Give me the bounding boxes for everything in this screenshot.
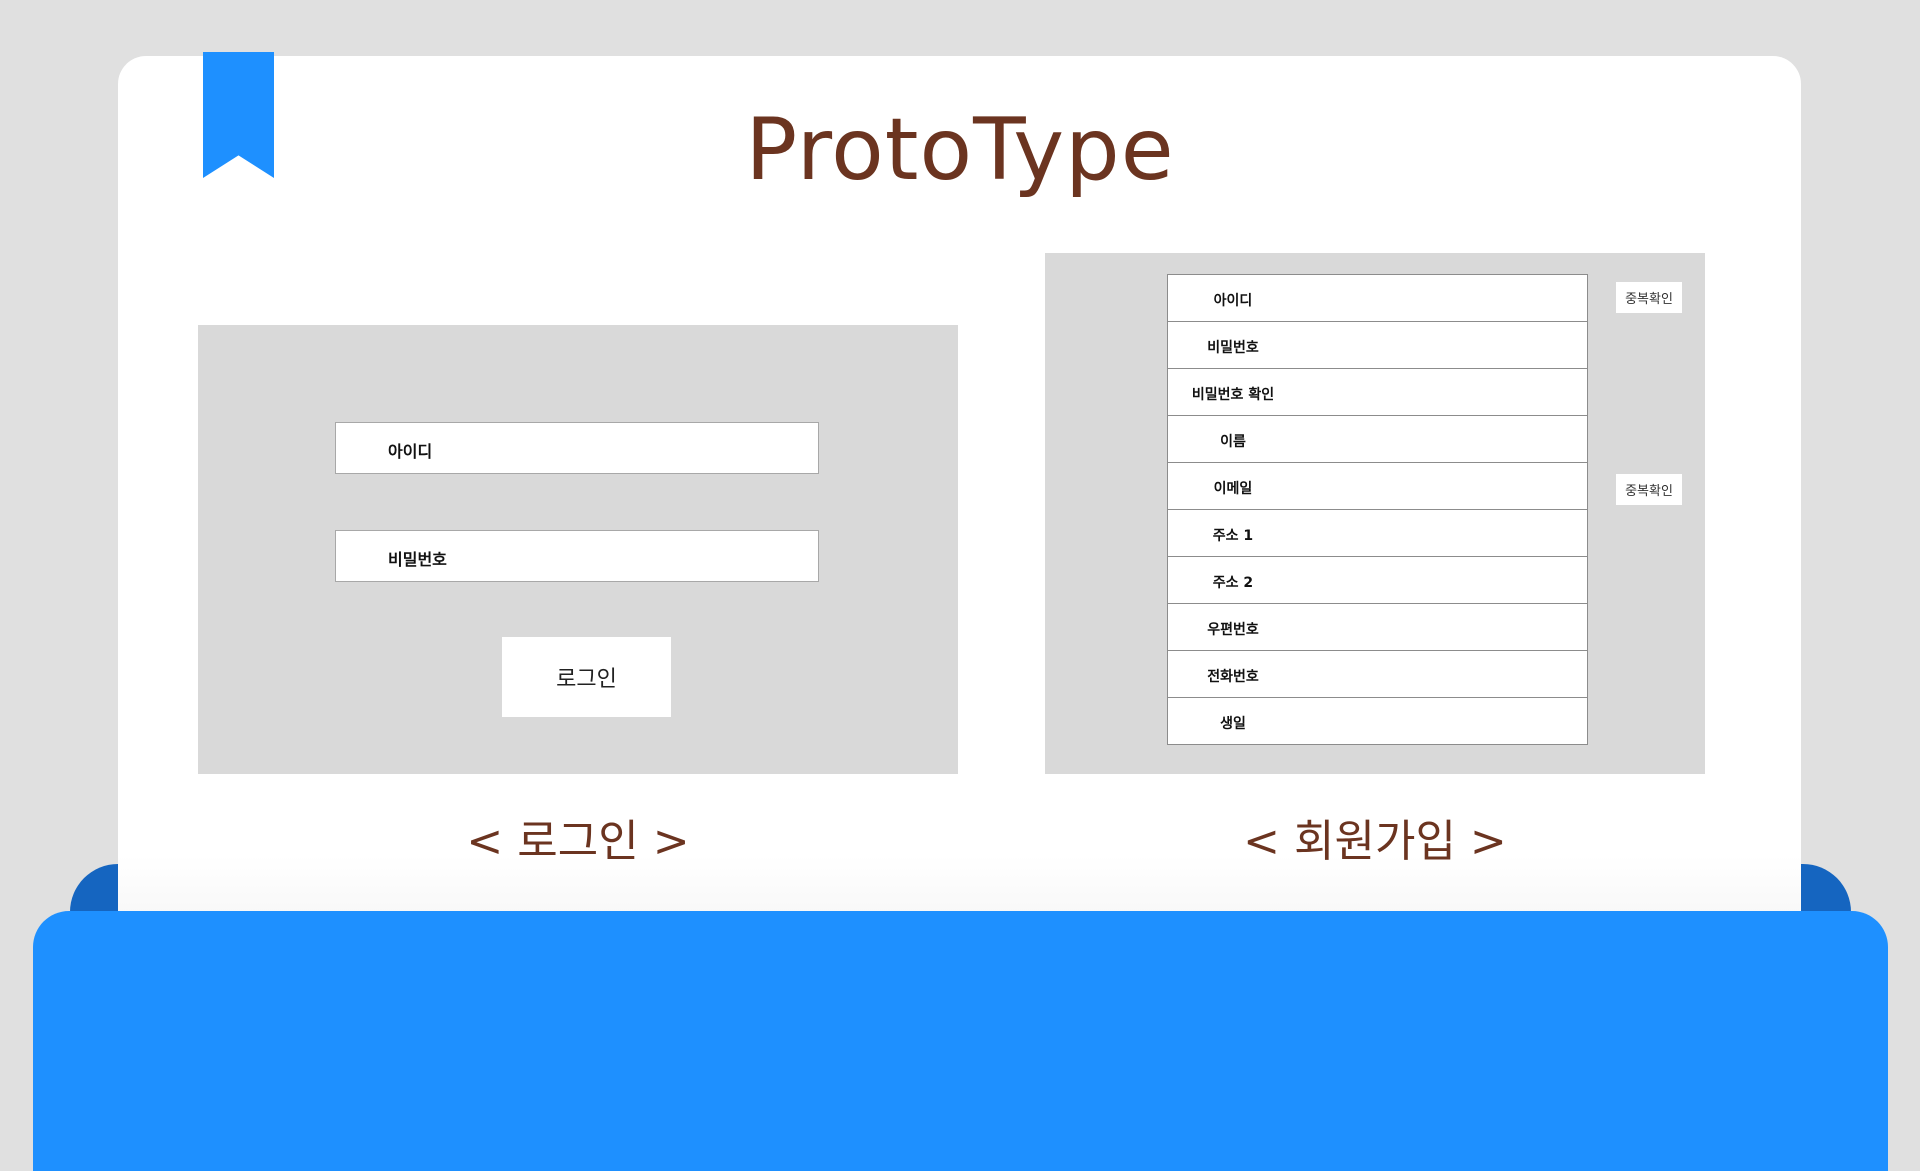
login-caption: < 로그인 > [466,816,690,867]
login-id-field[interactable]: 아이디 [335,422,819,474]
signup-phone-field[interactable]: 전화번호 [1167,650,1588,698]
signup-panel: 아이디 비밀번호 비밀번호 확인 이름 이메일 주소 1 주소 2 우편번호 전… [1045,253,1705,774]
signup-address2-field[interactable]: 주소 2 [1167,556,1588,604]
signup-email-field[interactable]: 이메일 [1167,462,1588,510]
signup-zipcode-label: 우편번호 [1207,622,1259,638]
signup-email-label: 이메일 [1213,481,1253,497]
signup-name-field[interactable]: 이름 [1167,415,1588,463]
login-password-label: 비밀번호 [388,550,447,569]
signup-password-label: 비밀번호 [1207,340,1259,356]
page-title: ProtoType [745,100,1175,200]
signup-caption: < 회원가입 > [1243,816,1507,867]
login-panel: 아이디 비밀번호 로그인 [198,325,958,774]
folder-front [33,911,1888,1171]
signup-address1-label: 주소 1 [1212,528,1254,544]
login-password-field[interactable]: 비밀번호 [335,530,819,582]
signup-birthday-field[interactable]: 생일 [1167,697,1588,745]
login-button[interactable]: 로그인 [502,637,671,717]
login-id-label: 아이디 [388,442,433,461]
id-duplicate-check-button[interactable]: 중복확인 [1616,282,1682,313]
signup-name-label: 이름 [1220,434,1246,450]
signup-phone-label: 전화번호 [1207,669,1259,685]
signup-id-label: 아이디 [1213,293,1253,309]
signup-address1-field[interactable]: 주소 1 [1167,509,1588,557]
signup-address2-label: 주소 2 [1212,575,1254,591]
signup-password-confirm-label: 비밀번호 확인 [1191,387,1275,403]
signup-password-confirm-field[interactable]: 비밀번호 확인 [1167,368,1588,416]
email-duplicate-check-button[interactable]: 중복확인 [1616,474,1682,505]
signup-form: 아이디 비밀번호 비밀번호 확인 이름 이메일 주소 1 주소 2 우편번호 전… [1167,274,1588,745]
signup-birthday-label: 생일 [1220,716,1246,732]
signup-id-field[interactable]: 아이디 [1167,274,1588,322]
signup-password-field[interactable]: 비밀번호 [1167,321,1588,369]
signup-zipcode-field[interactable]: 우편번호 [1167,603,1588,651]
